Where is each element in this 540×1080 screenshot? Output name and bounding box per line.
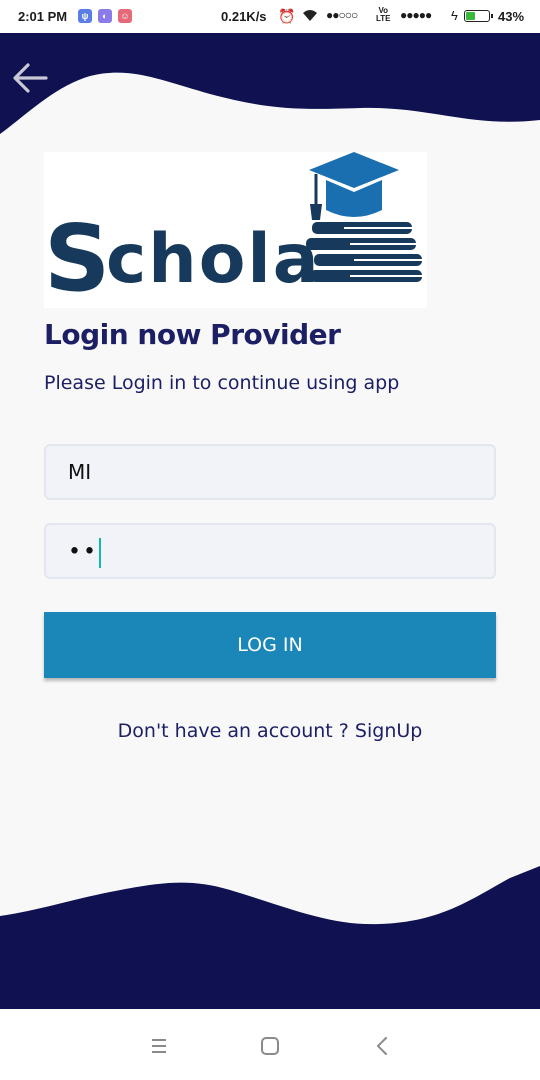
status-bar: 2:01 PM ψ ◐ ☺ 0.21K/s ⏰ ●●○○○ Vo LTE ●●●●… (0, 0, 540, 36)
login-button[interactable]: LOG IN (44, 612, 496, 678)
battery-icon (464, 10, 493, 22)
nav-back-button[interactable] (370, 1033, 396, 1059)
signup-link[interactable]: SignUp (355, 720, 422, 742)
navigation-bar (0, 1009, 540, 1080)
back-button[interactable] (8, 56, 52, 100)
arrow-left-icon (13, 63, 48, 93)
alarm-icon: ⏰ (278, 8, 296, 24)
signup-prompt: Don't have an account ? (117, 720, 349, 742)
app-icon: ◐ (98, 9, 112, 23)
login-screen: 2:01 PM ψ ◐ ☺ 0.21K/s ⏰ ●●○○○ Vo LTE ●●●●… (0, 0, 540, 1080)
svg-text:S: S (44, 205, 106, 308)
top-wave (0, 36, 540, 134)
status-time: 2:01 PM (18, 9, 68, 24)
volte-icon: Vo LTE (376, 6, 391, 23)
page-subtitle: Please Login in to continue using app (44, 372, 400, 394)
vpn-icon: ψ (78, 9, 92, 23)
menu-icon (152, 1039, 166, 1053)
scholar-logo: S chola (44, 152, 427, 312)
scholar-logo-graphic: S chola (44, 152, 422, 312)
back-icon (376, 1037, 387, 1055)
text-cursor (98, 537, 101, 568)
svg-text:chola: chola (106, 220, 321, 299)
signup-row: Don't have an account ? SignUp (0, 720, 540, 742)
app-icon: ☺ (118, 9, 132, 23)
home-button[interactable] (257, 1033, 283, 1059)
home-icon (261, 1037, 279, 1055)
wifi-icon (302, 8, 318, 25)
password-value: •• (68, 539, 98, 565)
network-speed: 0.21K/s (221, 9, 267, 24)
page-title: Login now Provider (44, 318, 341, 351)
signal-icon: ●●○○○ (326, 8, 358, 22)
battery-percent: 43% (498, 9, 525, 24)
password-field[interactable]: •• (44, 523, 496, 579)
username-value: MI (68, 460, 92, 484)
username-field[interactable]: MI (44, 444, 496, 500)
bottom-wave (0, 866, 540, 1010)
battery-fill (466, 12, 475, 20)
charging-icon: ϟ (451, 8, 458, 23)
recent-apps-button[interactable] (146, 1033, 172, 1059)
signal-icon: ●●●●● (400, 8, 432, 22)
